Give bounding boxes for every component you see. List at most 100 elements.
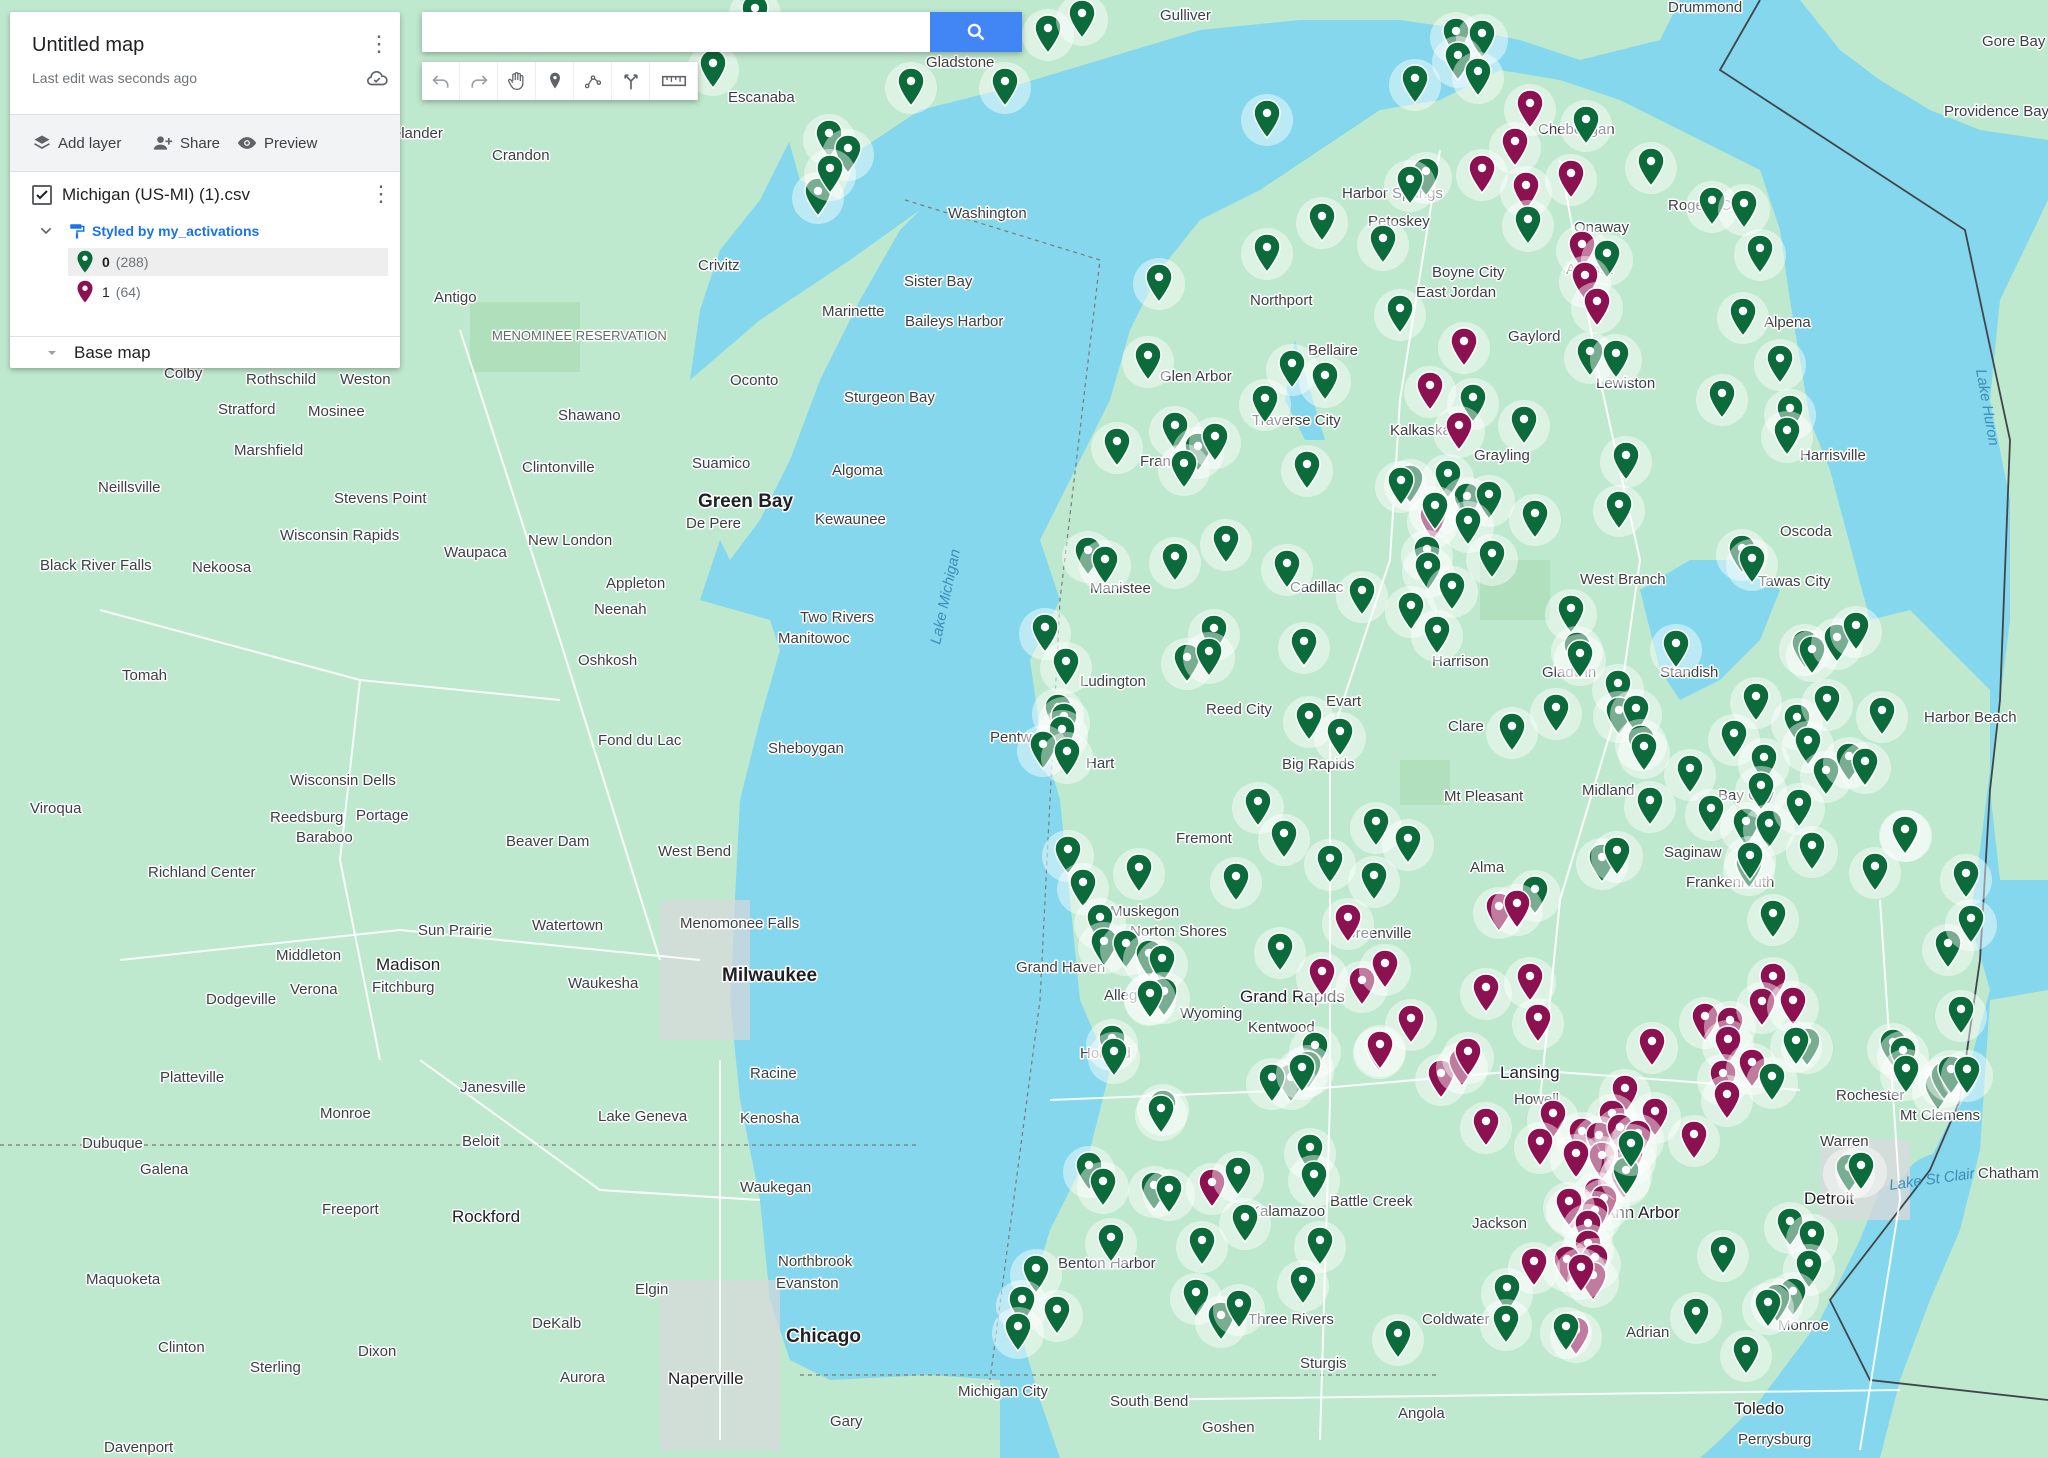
map-pin-green[interactable]: [1384, 160, 1436, 212]
map-pin-green[interactable]: [1650, 624, 1702, 676]
map-pin-red[interactable]: [1512, 998, 1564, 1050]
search-input[interactable]: [422, 12, 922, 52]
map-pin-green[interactable]: [1697, 1230, 1749, 1282]
dropdown-arrow-icon[interactable]: [44, 345, 60, 361]
map-pin-green[interactable]: [1258, 814, 1310, 866]
map-pin-green[interactable]: [1088, 1032, 1140, 1084]
add-layer-button[interactable]: Add layer: [32, 115, 121, 171]
add-directions-button[interactable]: [612, 62, 650, 100]
map-pin-green[interactable]: [1530, 688, 1582, 740]
map-pin-red[interactable]: [1545, 154, 1597, 206]
map-pin-green[interactable]: [1077, 1162, 1129, 1214]
map-pin-green[interactable]: [1945, 899, 1997, 951]
map-pin-green[interactable]: [1041, 732, 1093, 784]
map-pin-green[interactable]: [1277, 1260, 1329, 1312]
map-pin-green[interactable]: [1122, 336, 1174, 388]
map-pin-green[interactable]: [1624, 781, 1676, 833]
map-pin-green[interactable]: [1670, 1292, 1722, 1344]
chevron-down-icon[interactable]: [38, 223, 54, 239]
map-pin-green[interactable]: [1734, 229, 1786, 281]
undo-button[interactable]: [422, 62, 460, 100]
map-pin-green[interactable]: [1183, 632, 1235, 684]
map-pin-green[interactable]: [1618, 727, 1670, 779]
map-pin-green[interactable]: [1389, 59, 1441, 111]
map-pin-green[interactable]: [1158, 444, 1210, 496]
map-pin-green[interactable]: [1696, 374, 1748, 426]
map-pin-green[interactable]: [1941, 1050, 1993, 1102]
map-pin-green[interactable]: [1143, 1169, 1195, 1221]
map-pin-red[interactable]: [1359, 944, 1411, 996]
map-pin-green[interactable]: [1717, 292, 1769, 344]
map-pin-green[interactable]: [1372, 1314, 1424, 1366]
measure-button[interactable]: [650, 62, 698, 100]
legend-item-0[interactable]: 0 (288): [68, 248, 388, 276]
map-title[interactable]: Untitled map: [32, 34, 144, 57]
map-pin-red[interactable]: [1571, 282, 1623, 334]
map-pin-green[interactable]: [1241, 94, 1293, 146]
map-pin-green[interactable]: [1149, 537, 1201, 589]
map-pin-green[interactable]: [1276, 1048, 1328, 1100]
map-pin-green[interactable]: [1590, 334, 1642, 386]
map-pin-green[interactable]: [1210, 857, 1262, 909]
select-items-button[interactable]: [498, 62, 536, 100]
map-pin-red[interactable]: [1668, 1115, 1720, 1167]
map-pin-green[interactable]: [1239, 379, 1291, 431]
map-pin-red[interactable]: [1354, 1025, 1406, 1077]
map-pin-green[interactable]: [1133, 258, 1185, 310]
map-pin-green[interactable]: [1288, 1155, 1340, 1207]
add-marker-button[interactable]: [536, 62, 574, 100]
search-button[interactable]: [930, 12, 1022, 52]
map-pin-green[interactable]: [1299, 356, 1351, 408]
map-pin-green[interactable]: [1600, 436, 1652, 488]
map-pin-green[interactable]: [1605, 1124, 1657, 1176]
map-pin-green[interactable]: [1720, 1330, 1772, 1382]
map-pin-red[interactable]: [1701, 1075, 1753, 1127]
map-pin-green[interactable]: [1935, 990, 1987, 1042]
map-pin-green[interactable]: [992, 1307, 1044, 1359]
map-pin-green[interactable]: [1502, 200, 1554, 252]
map-pin-green[interactable]: [1281, 445, 1333, 497]
map-pin-green[interactable]: [1761, 411, 1813, 463]
map-pin-green[interactable]: [1835, 1146, 1887, 1198]
map-pin-red[interactable]: [1555, 1248, 1607, 1300]
legend-item-1[interactable]: 1 (64): [68, 278, 388, 306]
map-pin-green[interactable]: [1726, 539, 1778, 591]
map-pin-green[interactable]: [1724, 836, 1776, 888]
map-pin-green[interactable]: [1718, 184, 1770, 236]
map-pin-green[interactable]: [1773, 783, 1825, 835]
map-pin-green[interactable]: [1091, 422, 1143, 474]
map-pin-red[interactable]: [1460, 968, 1512, 1020]
map-pin-green[interactable]: [1079, 540, 1131, 592]
map-pin-red[interactable]: [1442, 1032, 1494, 1084]
preview-button[interactable]: Preview: [236, 115, 317, 171]
map-pin-green[interactable]: [1856, 691, 1908, 743]
map-pin-green[interactable]: [1336, 571, 1388, 623]
map-pin-green[interactable]: [1480, 1299, 1532, 1351]
map-pin-green[interactable]: [1770, 1021, 1822, 1073]
map-pin-green[interactable]: [1940, 854, 1992, 906]
map-pin-green[interactable]: [1411, 610, 1463, 662]
layer-visibility-checkbox[interactable]: [32, 185, 52, 205]
map-pin-green[interactable]: [1593, 485, 1645, 537]
map-pin-green[interactable]: [1200, 519, 1252, 571]
map-pin-green[interactable]: [1213, 1284, 1265, 1336]
map-pin-green[interactable]: [1085, 1218, 1137, 1270]
map-pin-green[interactable]: [1742, 1283, 1794, 1335]
map-pin-red[interactable]: [1491, 884, 1543, 936]
map-pin-green[interactable]: [1176, 1221, 1228, 1273]
map-pin-green[interactable]: [1357, 219, 1409, 271]
map-pin-green[interactable]: [1830, 606, 1882, 658]
map-pin-green[interactable]: [1452, 52, 1504, 104]
map-pin-green[interactable]: [1509, 494, 1561, 546]
map-pin-green[interactable]: [1498, 400, 1550, 452]
map-options-kebab-icon[interactable]: ⋮: [368, 33, 390, 58]
map-pin-green[interactable]: [1879, 810, 1931, 862]
map-pin-green[interactable]: [1747, 894, 1799, 946]
map-pin-green[interactable]: [1040, 642, 1092, 694]
map-pin-red[interactable]: [1438, 322, 1490, 374]
map-pin-green[interactable]: [1374, 289, 1426, 341]
map-pin-green[interactable]: [979, 62, 1031, 114]
map-pin-green[interactable]: [1754, 339, 1806, 391]
map-pin-green[interactable]: [1135, 1089, 1187, 1141]
map-pin-green[interactable]: [1296, 197, 1348, 249]
